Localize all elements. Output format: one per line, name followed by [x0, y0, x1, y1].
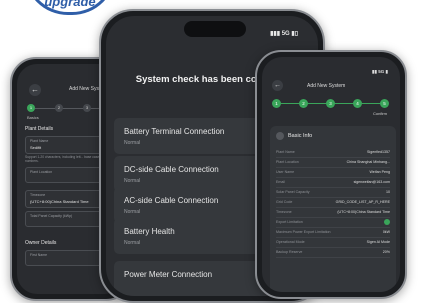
plant-details-heading: Plant Details [25, 126, 54, 132]
step-3: 3 [326, 99, 335, 108]
row-value: 10 [386, 190, 390, 194]
signal-icon: ▮▮▮ [270, 31, 281, 37]
row-label: Backup Reserve [276, 250, 303, 254]
basic-info-card: Basic Info Plant Name Sigenfied1357 Plan… [270, 126, 396, 292]
timezone-value: (UTC+8:00)China Standard Time [30, 199, 89, 204]
info-row: Grid Code GRID_CODE_LIST_AP_R_HERE [276, 198, 390, 208]
info-row: Export Limitation [276, 218, 390, 228]
check-title: Power Meter Connection [124, 270, 213, 279]
check-status: Normal [124, 209, 141, 215]
step-2: 2 [55, 104, 63, 112]
row-value: Sigenfied1357 [367, 150, 390, 154]
step-2: 2 [299, 99, 308, 108]
check-title: Battery Health [124, 227, 175, 236]
network-label: 5G [281, 31, 290, 37]
right-header-title: Add New System [307, 83, 346, 89]
row-label: Email [276, 180, 285, 184]
back-arrow-icon[interactable]: ← [29, 84, 41, 96]
step-label: Basics [27, 115, 39, 120]
row-value: 0kW [382, 230, 390, 234]
check-status: Normal [124, 178, 141, 184]
status-bar: ▮▮▮ 5G ▮▯ [270, 30, 298, 37]
dynamic-island [184, 21, 246, 37]
info-row: Solar Panel Capacity 10 [276, 188, 390, 198]
step-4: 4 [353, 99, 362, 108]
step-1: 1 [27, 104, 35, 112]
export-limit-toggle[interactable] [384, 219, 390, 225]
confirm-step-label: Confirm [373, 111, 388, 116]
row-label: Grid Code [276, 200, 293, 204]
battery-icon: ▮▯ [291, 31, 298, 37]
back-arrow-icon[interactable]: ← [272, 80, 283, 91]
row-value: GRID_CODE_LIST_AP_R_HERE [335, 200, 390, 204]
info-row: Maximum Power Export Limitation 0kW [276, 228, 390, 238]
check-title: DC-side Cable Connection [124, 165, 219, 174]
info-row: Plant Name Sigenfied1357 [276, 148, 390, 158]
timezone-label: Timezone [30, 193, 46, 197]
row-label: Plant Name [276, 150, 295, 154]
first-name-label: First Name [30, 253, 48, 257]
plant-name-value: Sedifit [30, 145, 42, 150]
right-phone-screen: ▮▮ 5G ▮ ← Add New System 1 2 3 4 5 Confi… [262, 57, 400, 292]
row-label: Maximum Power Export Limitation [276, 230, 331, 234]
basic-info-title: Basic Info [288, 133, 313, 139]
row-value: (UTC+8:00)China Standard Time [337, 210, 390, 214]
panel-capacity-label: Total Panel Capacity (kWp) [30, 214, 73, 218]
owner-details-heading: Owner Details [25, 240, 57, 246]
plant-location-label: Plant Location [30, 170, 53, 174]
badge-label: upgrade [44, 0, 96, 9]
row-value: China Shanghai Minhang... [346, 160, 390, 164]
row-label: Operational Mode [276, 240, 305, 244]
step-3: 3 [83, 104, 91, 112]
plant-name-label: Plant Name [30, 139, 49, 143]
info-row: Operational Mode Sigen AI Mode [276, 238, 390, 248]
row-label: Solar Panel Capacity [276, 190, 310, 194]
row-label: Timezone [276, 210, 292, 214]
check-title: AC-side Cable Connection [124, 196, 219, 205]
info-row: Email sigenweifan@163.com [276, 178, 390, 188]
row-label: Plant Location [276, 160, 299, 164]
battery-icon: ▮ [385, 69, 388, 74]
step-1: 1 [272, 99, 281, 108]
right-stepper: 1 2 3 4 5 [272, 99, 390, 109]
network-label: 5G [378, 69, 385, 74]
upgrade-badge: upgrade [24, 0, 116, 15]
info-row: Plant Location China Shanghai Minhang... [276, 158, 390, 168]
row-value: 20% [382, 250, 390, 254]
status-bar: ▮▮ 5G ▮ [372, 69, 388, 75]
row-value: sigenweifan@163.com [353, 180, 390, 184]
right-phone: ▮▮ 5G ▮ ← Add New System 1 2 3 4 5 Confi… [255, 50, 407, 299]
row-value: Weifan Peng [369, 170, 390, 174]
check-status: Normal [124, 140, 141, 146]
info-row: Backup Reserve 20% [276, 248, 390, 258]
info-row: Timezone (UTC+8:00)China Standard Time [276, 208, 390, 218]
info-icon [276, 132, 284, 140]
row-label: User Name [276, 170, 295, 174]
check-title: Battery Terminal Connection [124, 127, 225, 136]
signal-icon: ▮▮ [372, 69, 377, 74]
row-label: Export Limitation [276, 220, 303, 224]
check-status: Normal [124, 240, 141, 246]
info-row: User Name Weifan Peng [276, 168, 390, 178]
row-value: Sigen AI Mode [366, 240, 390, 244]
step-5: 5 [380, 99, 389, 108]
